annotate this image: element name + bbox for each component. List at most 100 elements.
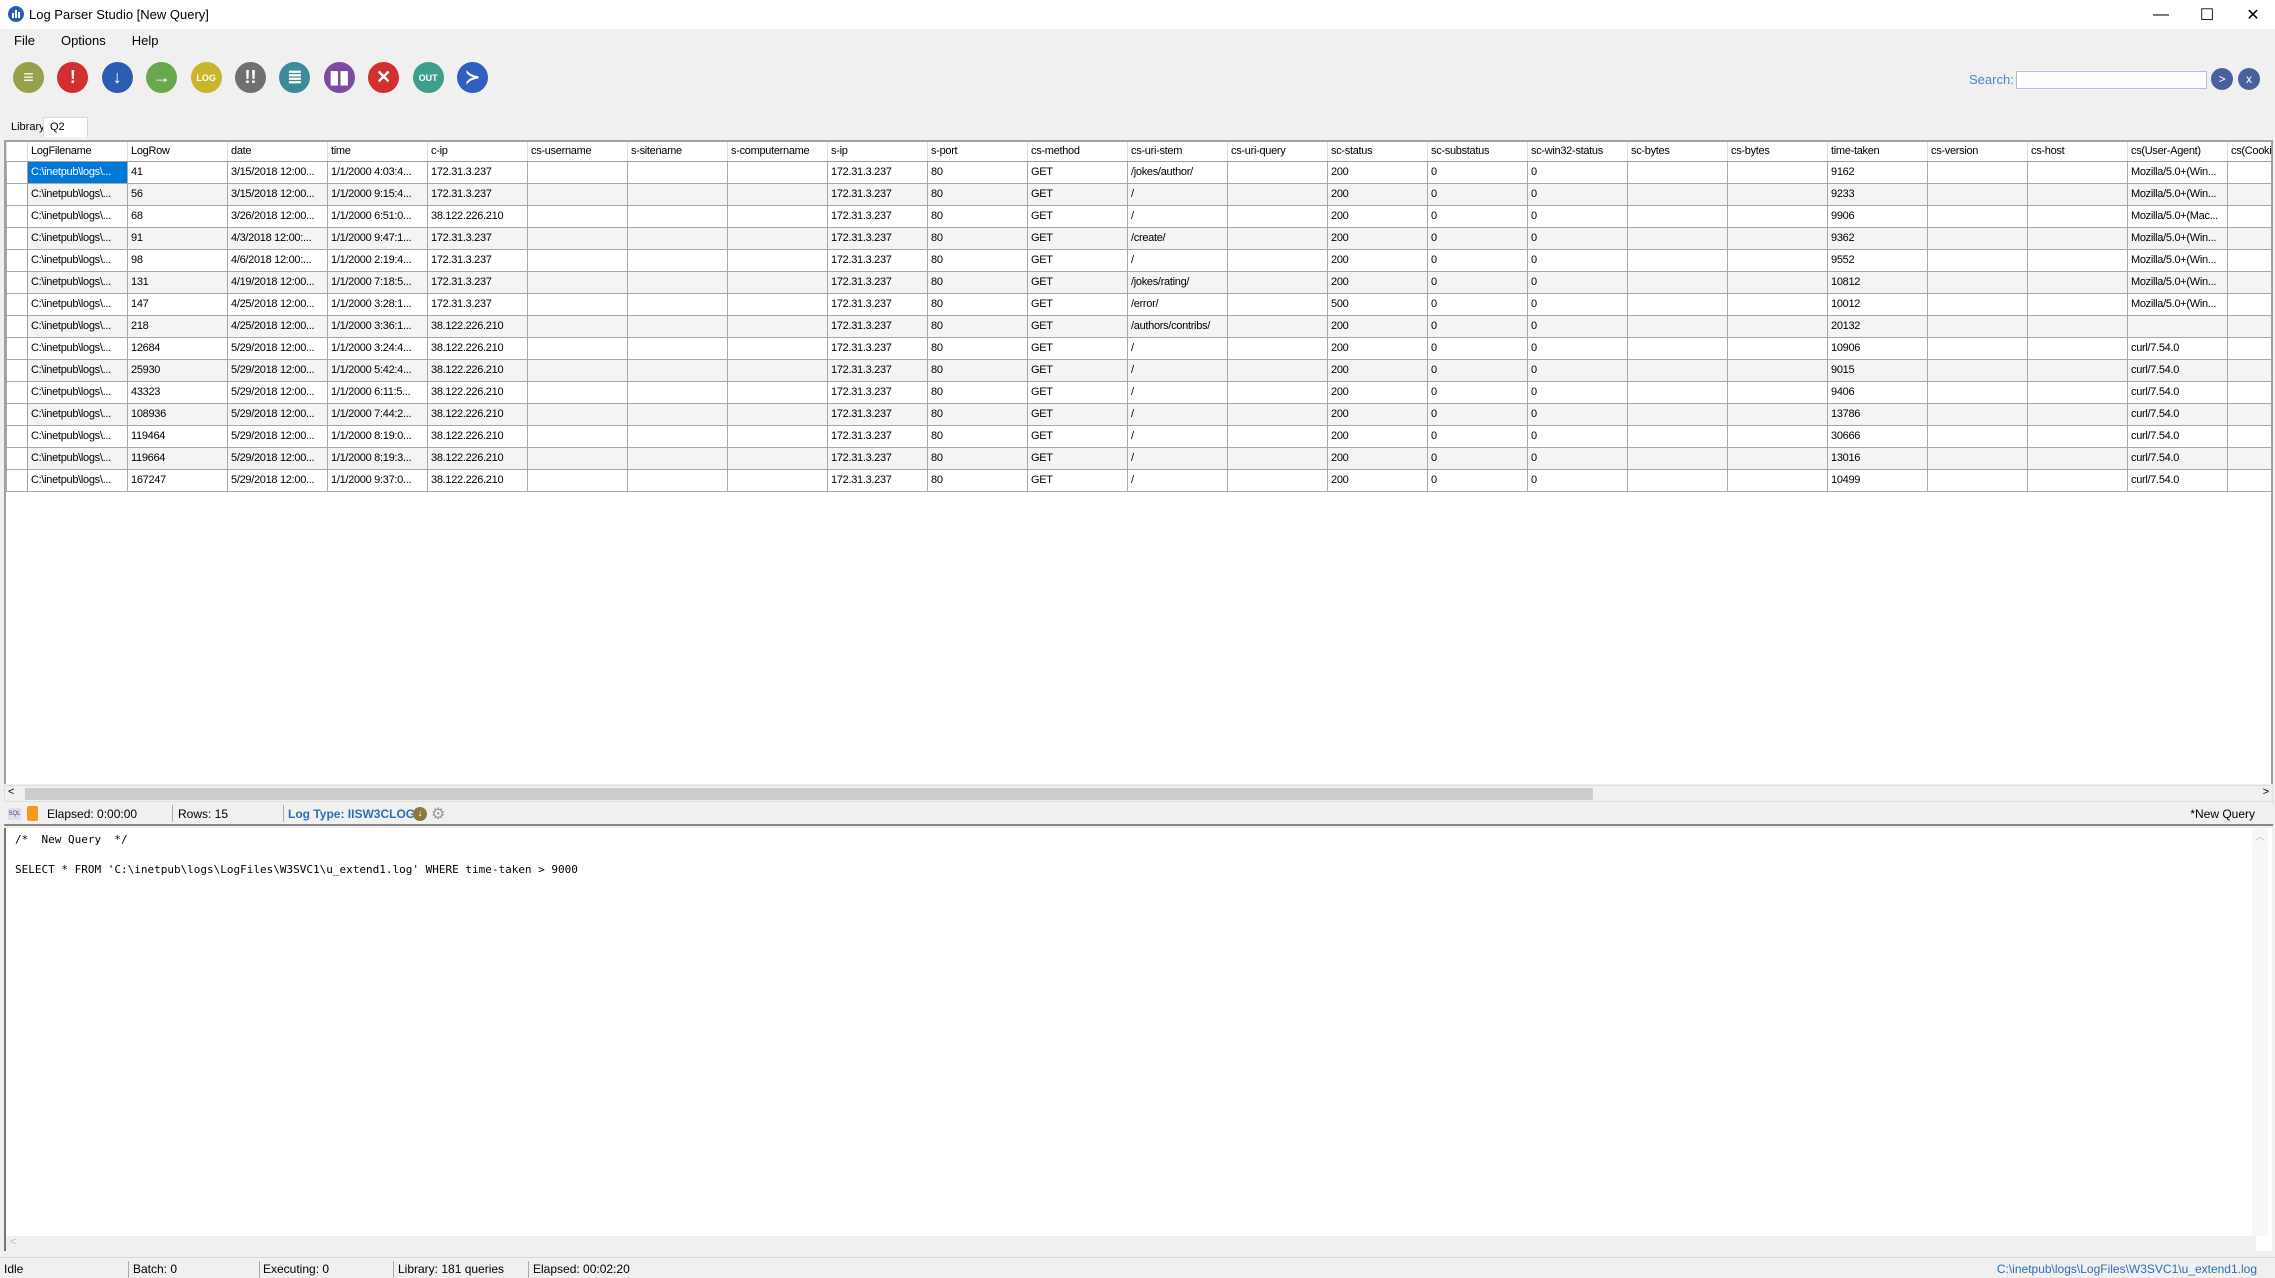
table-cell[interactable]: 1/1/2000 7:18:5... (327, 270, 428, 294)
column-header[interactable]: time (327, 142, 428, 162)
table-cell[interactable]: / (1127, 380, 1228, 404)
table-cell[interactable]: GET (1027, 292, 1128, 316)
table-row[interactable]: C:\inetpub\logs\... 12684 5/29/2018 12:00.… (6, 336, 2271, 360)
table-cell[interactable]: 1/1/2000 2:19:4... (327, 248, 428, 272)
table-cell[interactable]: 200 (1327, 424, 1428, 448)
table-cell[interactable]: 172.31.3.237 (427, 160, 528, 184)
column-header[interactable]: c-ip (427, 142, 528, 162)
table-cell[interactable] (1227, 314, 1328, 338)
table-cell[interactable] (2027, 424, 2128, 448)
table-cell[interactable]: 38.122.226.210 (427, 336, 528, 360)
table-cell[interactable]: 80 (927, 380, 1028, 404)
table-cell[interactable]: 4/25/2018 12:00... (227, 292, 328, 316)
table-cell[interactable] (627, 292, 728, 316)
table-cell[interactable] (1727, 182, 1828, 206)
table-cell[interactable] (2027, 358, 2128, 382)
table-cell[interactable]: GET (1027, 380, 1128, 404)
table-cell[interactable]: 172.31.3.237 (827, 270, 928, 294)
table-cell[interactable] (727, 446, 828, 470)
download-button[interactable]: ↓ (101, 62, 133, 93)
table-cell[interactable]: 119664 (127, 446, 228, 470)
table-cell[interactable] (2227, 402, 2271, 426)
table-cell[interactable] (1227, 358, 1328, 382)
table-cell[interactable] (627, 358, 728, 382)
table-cell[interactable]: 0 (1527, 402, 1628, 426)
table-cell[interactable] (527, 424, 628, 448)
table-cell[interactable]: 5/29/2018 12:00... (227, 446, 328, 470)
table-cell[interactable]: 172.31.3.237 (827, 314, 928, 338)
table-cell[interactable]: 0 (1427, 248, 1528, 272)
table-cell[interactable]: curl/7.54.0 (2127, 424, 2228, 448)
table-cell[interactable]: C:\inetpub\logs\... (27, 160, 128, 184)
table-cell[interactable]: 200 (1327, 402, 1428, 426)
table-cell[interactable]: 1/1/2000 3:36:1... (327, 314, 428, 338)
table-cell[interactable]: 5/29/2018 12:00... (227, 380, 328, 404)
log-path-link[interactable]: C:\inetpub\logs\LogFiles\W3SVC1\u_extend… (1997, 1262, 2257, 1276)
output-button[interactable]: OUT (412, 62, 444, 93)
table-cell[interactable]: GET (1027, 226, 1128, 250)
table-cell[interactable]: 80 (927, 314, 1028, 338)
row-header[interactable] (6, 358, 28, 382)
table-row[interactable]: C:\inetpub\logs\... 43323 5/29/2018 12:00.… (6, 380, 2271, 404)
table-cell[interactable] (1227, 336, 1328, 360)
column-header[interactable]: cs-uri-query (1227, 142, 1328, 162)
table-cell[interactable]: 10812 (1827, 270, 1928, 294)
column-header[interactable]: cs(Cookie) (2227, 142, 2271, 162)
table-cell[interactable]: 1/1/2000 4:03:4... (327, 160, 428, 184)
table-cell[interactable]: Mozilla/5.0+(Win... (2127, 182, 2228, 206)
table-cell[interactable] (2227, 204, 2271, 228)
table-cell[interactable] (727, 468, 828, 492)
table-cell[interactable]: 0 (1427, 424, 1528, 448)
table-cell[interactable]: 25930 (127, 358, 228, 382)
table-cell[interactable]: 80 (927, 468, 1028, 492)
row-header[interactable] (6, 424, 28, 448)
table-cell[interactable] (1627, 160, 1728, 184)
table-cell[interactable]: 91 (127, 226, 228, 250)
row-header[interactable] (6, 248, 28, 272)
table-cell[interactable] (527, 358, 628, 382)
table-cell[interactable] (1927, 468, 2028, 492)
table-cell[interactable]: 200 (1327, 380, 1428, 404)
table-cell[interactable] (627, 314, 728, 338)
table-cell[interactable]: C:\inetpub\logs\... (27, 270, 128, 294)
table-cell[interactable]: GET (1027, 182, 1128, 206)
table-cell[interactable]: 9162 (1827, 160, 1928, 184)
table-cell[interactable] (727, 182, 828, 206)
table-cell[interactable]: 0 (1527, 182, 1628, 206)
table-cell[interactable]: 38.122.226.210 (427, 446, 528, 470)
table-cell[interactable] (627, 336, 728, 360)
table-cell[interactable] (1727, 314, 1828, 338)
table-cell[interactable] (1927, 380, 2028, 404)
table-cell[interactable]: 13016 (1827, 446, 1928, 470)
open-log-button[interactable]: LOG (190, 62, 222, 93)
scroll-left-icon[interactable]: < (8, 786, 14, 798)
table-cell[interactable]: 0 (1427, 336, 1528, 360)
table-cell[interactable] (1627, 336, 1728, 360)
row-header[interactable] (6, 204, 28, 228)
table-cell[interactable] (2027, 204, 2128, 228)
table-cell[interactable] (1727, 226, 1828, 250)
table-cell[interactable] (727, 160, 828, 184)
table-cell[interactable] (2227, 446, 2271, 470)
table-cell[interactable]: 5/29/2018 12:00... (227, 336, 328, 360)
table-cell[interactable]: curl/7.54.0 (2127, 380, 2228, 404)
minimize-button[interactable]: — (2138, 0, 2184, 29)
table-cell[interactable]: 172.31.3.237 (827, 248, 928, 272)
table-cell[interactable]: curl/7.54.0 (2127, 358, 2228, 382)
table-cell[interactable] (2027, 402, 2128, 426)
table-cell[interactable]: 1/1/2000 6:51:0... (327, 204, 428, 228)
table-cell[interactable] (1727, 270, 1828, 294)
table-cell[interactable]: GET (1027, 160, 1128, 184)
table-cell[interactable] (2027, 446, 2128, 470)
table-cell[interactable]: curl/7.54.0 (2127, 446, 2228, 470)
table-cell[interactable]: GET (1027, 270, 1128, 294)
table-cell[interactable] (527, 226, 628, 250)
table-cell[interactable]: 0 (1527, 446, 1628, 470)
table-cell[interactable]: 0 (1527, 204, 1628, 228)
table-cell[interactable]: 172.31.3.237 (827, 380, 928, 404)
table-cell[interactable]: 200 (1327, 182, 1428, 206)
table-cell[interactable]: / (1127, 182, 1228, 206)
table-cell[interactable] (1627, 402, 1728, 426)
table-cell[interactable]: 172.31.3.237 (827, 402, 928, 426)
table-cell[interactable] (1927, 446, 2028, 470)
